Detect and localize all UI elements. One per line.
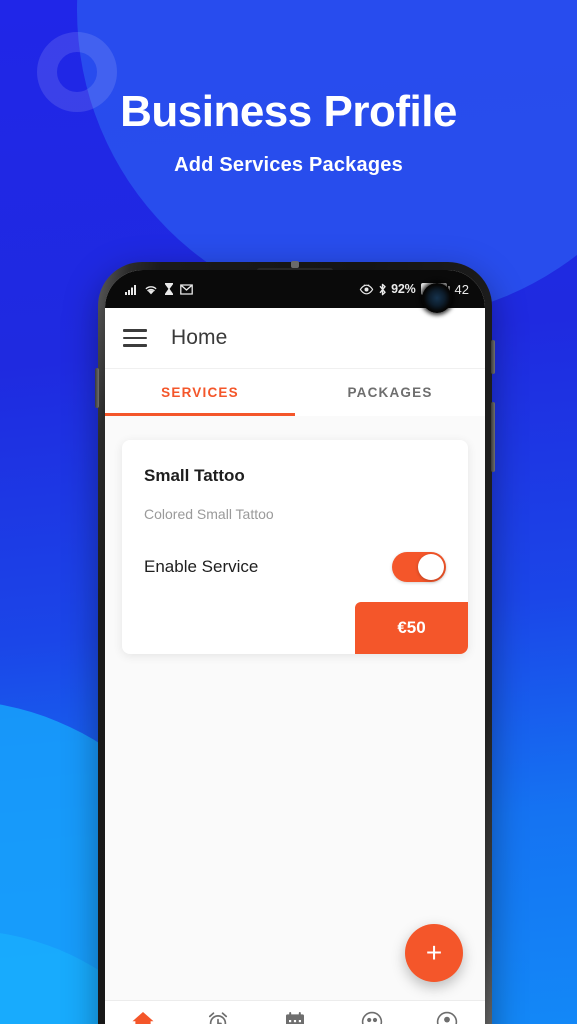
service-name: Small Tattoo [144, 466, 245, 485]
service-price-badge[interactable]: €50 [355, 602, 468, 654]
status-bar-right-icons: 92% 42 [359, 282, 469, 297]
people-icon [361, 1011, 383, 1024]
alarm-clock-icon [207, 1011, 229, 1024]
toggle-knob [418, 554, 444, 580]
promo-text-block: Business Profile Add Services Packages [0, 87, 577, 177]
phone-mockup: 92% 42 Home SERVICES PACKAGES Small Tatt… [95, 261, 495, 1024]
plus-icon: + [425, 937, 443, 968]
tab-bar: SERVICES PACKAGES [105, 368, 485, 416]
camera-punch-hole-icon [422, 283, 452, 313]
phone-side-button-left [95, 368, 99, 408]
nav-item-timings[interactable]: Timings [180, 1011, 255, 1024]
nav-item-home[interactable]: Home [105, 1011, 180, 1024]
status-bar: 92% 42 [105, 270, 485, 313]
enable-service-toggle[interactable] [392, 552, 446, 582]
app-content-area: Small Tattoo Colored Small Tattoo Enable… [105, 416, 485, 1024]
enable-service-row: Enable Service [144, 552, 446, 582]
app-bar-title: Home [171, 326, 228, 349]
nav-item-appointments[interactable]: Appointments [255, 1011, 335, 1024]
app-bar: Home [105, 308, 485, 368]
wifi-icon [144, 284, 158, 295]
account-icon [436, 1011, 458, 1024]
page-subtitle: Add Services Packages [174, 154, 403, 177]
nav-item-profile[interactable]: Profile [410, 1011, 485, 1024]
phone-side-button-power [491, 340, 495, 374]
service-description: Colored Small Tattoo [144, 506, 274, 522]
calendar-icon [284, 1011, 306, 1024]
hamburger-menu-icon[interactable] [123, 329, 147, 347]
nav-item-staff[interactable]: Staff [335, 1011, 410, 1024]
signal-icon [125, 284, 138, 295]
phone-side-button-volume [491, 402, 495, 472]
enable-service-label: Enable Service [144, 557, 259, 576]
phone-screen: 92% 42 Home SERVICES PACKAGES Small Tatt… [105, 270, 485, 1024]
tab-services[interactable]: SERVICES [105, 369, 295, 416]
add-service-fab[interactable]: + [405, 924, 463, 982]
tab-packages[interactable]: PACKAGES [295, 369, 485, 416]
eye-icon [359, 283, 374, 295]
service-card[interactable]: Small Tattoo Colored Small Tattoo Enable… [122, 440, 468, 654]
page-title: Business Profile [120, 87, 457, 136]
battery-percentage-label: 92% [391, 282, 416, 296]
hourglass-icon [164, 283, 174, 295]
bluetooth-icon [378, 283, 387, 296]
phone-sensor-icon [291, 261, 299, 268]
price-row: €50 [144, 602, 468, 654]
home-icon [131, 1011, 155, 1024]
status-bar-left-icons [125, 283, 193, 295]
bottom-navigation-bar: Home Timings [105, 1000, 485, 1024]
mail-icon [180, 283, 193, 295]
status-bar-clock: 42 [454, 281, 469, 297]
